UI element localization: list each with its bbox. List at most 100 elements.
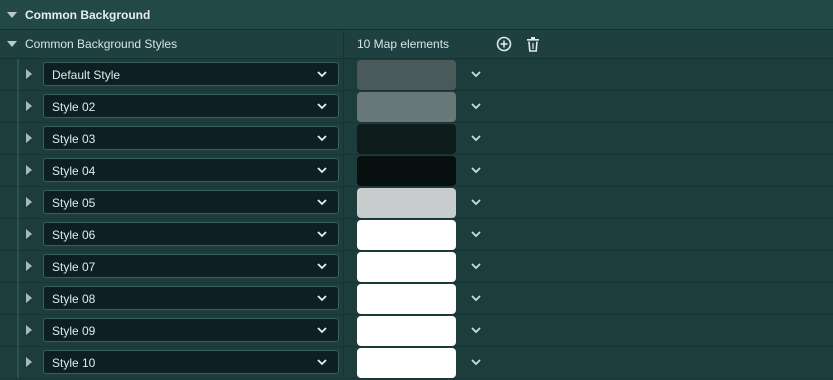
style-key-dropdown[interactable]: Style 07: [43, 254, 339, 278]
style-key-dropdown[interactable]: Style 08: [43, 286, 339, 310]
map-element-row: Style 05: [0, 187, 833, 219]
map-element-row: Style 03: [0, 123, 833, 155]
chevron-down-icon[interactable]: [470, 228, 482, 240]
indent-guide: [17, 283, 19, 314]
chevron-down-icon: [317, 135, 327, 142]
color-swatch[interactable]: [357, 156, 456, 186]
chevron-down-icon: [317, 199, 327, 206]
color-swatch[interactable]: [357, 348, 456, 378]
map-element-list: Default Style Style 02 Style 03 Style 04…: [0, 59, 833, 379]
column-divider[interactable]: [343, 123, 344, 154]
indent-guide: [17, 123, 19, 154]
chevron-down-icon[interactable]: [470, 260, 482, 272]
expand-arrow-icon[interactable]: [26, 261, 32, 271]
section-title: Common Background: [25, 7, 151, 22]
chevron-down-icon[interactable]: [470, 164, 482, 176]
style-key-dropdown[interactable]: Style 03: [43, 126, 339, 150]
column-divider[interactable]: [343, 219, 344, 250]
chevron-down-icon[interactable]: [470, 292, 482, 304]
style-key-dropdown[interactable]: Style 02: [43, 94, 339, 118]
color-swatch[interactable]: [357, 220, 456, 250]
style-key-label: Style 09: [52, 324, 96, 338]
chevron-down-icon: [317, 167, 327, 174]
color-swatch[interactable]: [357, 92, 456, 122]
style-key-label: Style 10: [52, 356, 96, 370]
map-element-row: Style 02: [0, 91, 833, 123]
collapse-arrow-icon[interactable]: [7, 11, 17, 18]
indent-guide: [17, 59, 19, 90]
indent-guide: [17, 91, 19, 122]
property-name: Common Background Styles: [25, 37, 178, 51]
collapse-arrow-icon[interactable]: [7, 41, 17, 47]
column-divider[interactable]: [343, 30, 344, 58]
style-key-label: Style 02: [52, 100, 96, 114]
chevron-down-icon[interactable]: [470, 196, 482, 208]
indent-guide: [17, 347, 19, 378]
expand-arrow-icon[interactable]: [26, 69, 32, 79]
column-divider[interactable]: [343, 91, 344, 122]
style-key-dropdown[interactable]: Style 06: [43, 222, 339, 246]
map-element-row: Default Style: [0, 59, 833, 91]
map-element-count: 10 Map elements: [357, 37, 450, 51]
trash-icon: [527, 37, 539, 52]
chevron-down-icon: [317, 263, 327, 270]
style-key-label: Style 04: [52, 164, 96, 178]
chevron-down-icon[interactable]: [470, 132, 482, 144]
column-divider[interactable]: [343, 155, 344, 186]
style-key-dropdown[interactable]: Style 09: [43, 318, 339, 342]
style-key-label: Default Style: [52, 68, 121, 82]
section-header-common-background[interactable]: Common Background: [0, 0, 833, 30]
column-divider[interactable]: [343, 315, 344, 346]
style-key-dropdown[interactable]: Default Style: [43, 62, 339, 86]
column-divider[interactable]: [343, 347, 344, 378]
indent-guide: [17, 155, 19, 186]
expand-arrow-icon[interactable]: [26, 133, 32, 143]
color-swatch[interactable]: [357, 252, 456, 282]
style-key-label: Style 06: [52, 228, 96, 242]
style-key-dropdown[interactable]: Style 10: [43, 350, 339, 374]
chevron-down-icon[interactable]: [470, 324, 482, 336]
indent-guide: [17, 251, 19, 282]
chevron-down-icon[interactable]: [470, 356, 482, 368]
chevron-down-icon: [317, 71, 327, 78]
chevron-down-icon[interactable]: [470, 68, 482, 80]
indent-guide: [17, 315, 19, 346]
style-key-label: Style 07: [52, 260, 96, 274]
chevron-down-icon: [317, 327, 327, 334]
expand-arrow-icon[interactable]: [26, 197, 32, 207]
map-element-row: Style 04: [0, 155, 833, 187]
column-divider[interactable]: [343, 283, 344, 314]
property-row-common-background-styles: Common Background Styles 10 Map elements: [0, 30, 833, 59]
style-key-label: Style 03: [52, 132, 96, 146]
style-key-dropdown[interactable]: Style 05: [43, 190, 339, 214]
expand-arrow-icon[interactable]: [26, 357, 32, 367]
expand-arrow-icon[interactable]: [26, 293, 32, 303]
chevron-down-icon: [317, 231, 327, 238]
map-element-row: Style 06: [0, 219, 833, 251]
chevron-down-icon[interactable]: [470, 100, 482, 112]
column-divider[interactable]: [343, 59, 344, 90]
add-element-button[interactable]: [495, 35, 513, 53]
chevron-down-icon: [317, 103, 327, 110]
color-swatch[interactable]: [357, 60, 456, 90]
expand-arrow-icon[interactable]: [26, 325, 32, 335]
style-key-dropdown[interactable]: Style 04: [43, 158, 339, 182]
column-divider[interactable]: [343, 187, 344, 218]
indent-guide: [17, 219, 19, 250]
delete-all-button[interactable]: [524, 35, 542, 53]
map-element-row: Style 09: [0, 315, 833, 347]
expand-arrow-icon[interactable]: [26, 165, 32, 175]
expand-arrow-icon[interactable]: [26, 229, 32, 239]
style-key-label: Style 05: [52, 196, 96, 210]
color-swatch[interactable]: [357, 188, 456, 218]
style-key-label: Style 08: [52, 292, 96, 306]
map-element-row: Style 08: [0, 283, 833, 315]
chevron-down-icon: [317, 295, 327, 302]
color-swatch[interactable]: [357, 284, 456, 314]
column-divider[interactable]: [343, 251, 344, 282]
color-swatch[interactable]: [357, 124, 456, 154]
chevron-down-icon: [317, 359, 327, 366]
color-swatch[interactable]: [357, 316, 456, 346]
map-element-row: Style 07: [0, 251, 833, 283]
expand-arrow-icon[interactable]: [26, 101, 32, 111]
